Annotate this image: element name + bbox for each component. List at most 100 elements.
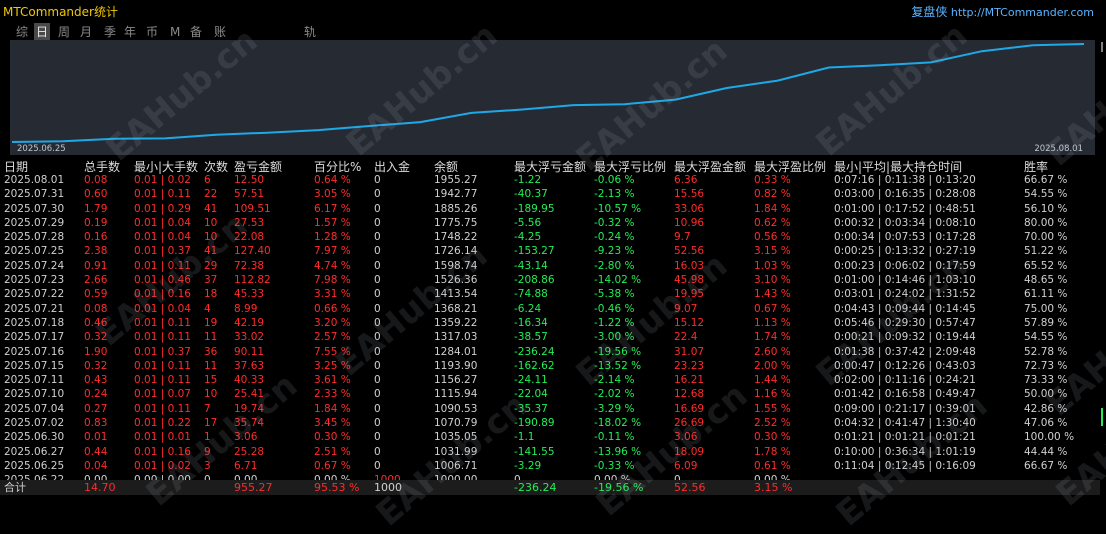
cell-lots: 0.08 — [84, 174, 108, 186]
cell-min-max-lots: 0.01 | 0.22 — [134, 417, 191, 430]
cell-pnl: 27.53 — [234, 216, 265, 229]
table-row[interactable]: 2025.06.27 0.44 0.01 | 0.16 9 25.28 2.51 % 0 10… — [0, 445, 1100, 459]
cell-date: 2025.07.29 — [4, 216, 65, 229]
cell-max-float-loss: -153.27 — [514, 245, 555, 258]
cell-pnl: 8.99 — [234, 302, 258, 315]
cell-win-rate: 57.89 % — [1024, 316, 1068, 329]
cell-max-float-loss: -74.88 — [514, 288, 548, 301]
table-row[interactable]: 2025.07.17 0.32 0.01 | 0.11 11 33.02 2.57 % 0 1… — [0, 330, 1100, 344]
cell-max-float-loss-pct: -14.02 % — [594, 274, 642, 287]
cell-win-rate: 100.00 % — [1024, 431, 1075, 444]
cell-percent: 3.20 % — [314, 316, 351, 329]
cell-max-float-loss-pct: -0.32 % — [594, 216, 635, 229]
cell-balance: 1284.01 — [434, 345, 478, 358]
cell-pnl: 25.28 — [234, 445, 265, 458]
cell-hold-time: 0:04:43 | 0:09:44 | 0:14:45 — [834, 302, 976, 315]
cell-max-float-loss: -4.25 — [514, 231, 542, 244]
cell-date: 2025.07.28 — [4, 231, 65, 244]
tab-4[interactable]: 季 — [102, 23, 118, 41]
table-row[interactable]: 2025.07.18 0.46 0.01 | 0.11 19 42.19 3.20 % 0 1… — [0, 316, 1100, 330]
cell-lots: 0.59 — [84, 288, 108, 301]
table-row[interactable]: 2025.06.30 0.01 0.01 | 0.01 1 3.06 0.30 % 0 103… — [0, 430, 1100, 444]
cell-max-float-loss-pct: -0.06 % — [594, 174, 635, 186]
cell-min-max-lots: 0.01 | 0.46 — [134, 274, 191, 287]
table-row[interactable]: 2025.06.25 0.04 0.01 | 0.02 3 6.71 0.67 % 0 100… — [0, 459, 1100, 473]
cell-max-float-profit: 6.36 — [674, 174, 698, 186]
cell-date: 2025.07.25 — [4, 245, 65, 258]
table-row[interactable]: 2025.07.10 0.24 0.01 | 0.07 10 25.41 2.33 % 0 1… — [0, 387, 1100, 401]
cell-max-float-profit-pct: 1.78 % — [754, 445, 791, 458]
cell-lots: 0.44 — [84, 445, 108, 458]
table-row[interactable]: 2025.07.15 0.32 0.01 | 0.11 11 37.63 3.25 % 0 1… — [0, 359, 1100, 373]
tab-6[interactable]: 币 — [144, 23, 160, 41]
stats-table-body: 2025.08.01 0.08 0.01 | 0.02 6 12.50 0.64 % 0 19… — [0, 173, 1100, 488]
cell-hold-time: 0:01:21 | 0:01:21 | 0:01:21 — [834, 431, 976, 444]
cell-min-max-lots: 0.01 | 0.04 — [134, 216, 191, 229]
cell-max-float-loss: -35.37 — [514, 402, 548, 415]
cell-max-float-loss: -16.34 — [514, 316, 548, 329]
table-row[interactable]: 2025.07.22 0.59 0.01 | 0.16 18 45.33 3.31 % 0 1… — [0, 287, 1100, 301]
cell-pnl: 90.11 — [234, 345, 265, 358]
total-max-float-profit-pct: 3.15 % — [754, 481, 793, 494]
table-row[interactable]: 2025.07.02 0.83 0.01 | 0.22 17 35.74 3.45 % 0 1… — [0, 416, 1100, 430]
cell-deposit: 0 — [374, 274, 381, 287]
table-row[interactable]: 2025.07.29 0.19 0.01 | 0.04 10 27.53 1.57 % 0 1… — [0, 216, 1100, 230]
table-row[interactable]: 2025.07.24 0.91 0.01 | 0.11 29 72.38 4.74 % 0 1… — [0, 259, 1100, 273]
brand-url[interactable]: http://MTCommander.com — [951, 6, 1094, 19]
tab-3[interactable]: 月 — [78, 23, 94, 41]
cell-deposit: 0 — [374, 188, 381, 201]
x-tick-end: 2025.08.01 — [1034, 144, 1083, 154]
cell-lots: 0.46 — [84, 316, 108, 329]
tab-0[interactable]: 综 — [14, 23, 30, 41]
cell-max-float-loss-pct: -0.24 % — [594, 231, 635, 244]
table-row[interactable]: 2025.07.31 0.60 0.01 | 0.11 22 57.51 3.05 % 0 1… — [0, 187, 1100, 201]
table-row[interactable]: 2025.07.11 0.43 0.01 | 0.11 15 40.33 3.61 % 0 1… — [0, 373, 1100, 387]
tab-5[interactable]: 年 — [122, 23, 138, 41]
cell-deposit: 0 — [374, 259, 381, 272]
cell-max-float-profit: 9.07 — [674, 302, 698, 315]
table-row[interactable]: 2025.08.01 0.08 0.01 | 0.02 6 12.50 0.64 % 0 19… — [0, 173, 1100, 187]
cell-max-float-loss-pct: -13.96 % — [594, 445, 642, 458]
table-row[interactable]: 2025.07.04 0.27 0.01 | 0.11 7 19.74 1.84 % 0 10… — [0, 402, 1100, 416]
cell-deposit: 0 — [374, 359, 381, 372]
cell-date: 2025.07.21 — [4, 302, 65, 315]
balance-chart-svg: 2025.06.25 2025.08.01 — [11, 43, 1085, 154]
cell-balance: 1193.90 — [434, 359, 478, 372]
cell-pnl: 45.33 — [234, 288, 265, 301]
cell-max-float-profit-pct: 0.67 % — [754, 302, 791, 315]
tab-8[interactable]: 备 — [188, 23, 204, 41]
cell-hold-time: 0:00:25 | 0:13:32 | 0:27:19 — [834, 245, 976, 258]
cell-count: 7 — [204, 402, 211, 415]
cell-count: 10 — [204, 216, 218, 229]
cell-hold-time: 0:11:04 | 0:12:45 | 0:16:09 — [834, 459, 976, 472]
cell-hold-time: 0:09:00 | 0:21:17 | 0:39:01 — [834, 402, 976, 415]
cell-max-float-loss: -189.95 — [514, 202, 555, 215]
cell-lots: 0.43 — [84, 374, 108, 387]
balance-chart: 2025.06.25 2025.08.01 — [10, 40, 1095, 155]
cell-win-rate: 61.11 % — [1024, 288, 1068, 301]
cell-hold-time: 0:04:32 | 0:41:47 | 1:30:40 — [834, 417, 976, 430]
cell-hold-time: 0:00:47 | 0:12:26 | 0:43:03 — [834, 359, 976, 372]
cell-percent: 4.74 % — [314, 259, 351, 272]
tab-1[interactable]: 日 — [34, 23, 51, 41]
table-row[interactable]: 2025.07.28 0.16 0.01 | 0.04 10 22.08 1.28 % 0 1… — [0, 230, 1100, 244]
cell-min-max-lots: 0.01 | 0.11 — [134, 259, 191, 272]
cell-deposit: 0 — [374, 431, 381, 444]
cell-max-float-loss-pct: -5.38 % — [594, 288, 635, 301]
cell-count: 6 — [204, 174, 211, 186]
cell-lots: 1.79 — [84, 202, 108, 215]
cell-max-float-profit-pct: 3.10 % — [754, 274, 791, 287]
table-row[interactable]: 2025.07.21 0.08 0.01 | 0.04 4 8.99 0.66 % 0 136… — [0, 302, 1100, 316]
tab-7[interactable]: M — [168, 23, 182, 41]
table-row[interactable]: 2025.07.16 1.90 0.01 | 0.37 36 90.11 7.55 % 0 1… — [0, 345, 1100, 359]
cell-max-float-profit-pct: 1.74 % — [754, 331, 791, 344]
cell-lots: 0.27 — [84, 402, 108, 415]
cell-percent: 0.30 % — [314, 431, 351, 444]
table-row[interactable]: 2025.07.25 2.38 0.01 | 0.37 41 127.40 7.97 % 0… — [0, 244, 1100, 258]
cell-win-rate: 50.00 % — [1024, 388, 1068, 401]
cell-percent: 3.61 % — [314, 374, 351, 387]
table-row[interactable]: 2025.07.23 2.66 0.01 | 0.46 37 112.82 7.98 % 0… — [0, 273, 1100, 287]
brand-link[interactable]: 复盘侠 http://MTCommander.com — [911, 3, 1094, 20]
tab-2[interactable]: 周 — [56, 23, 72, 41]
table-row[interactable]: 2025.07.30 1.79 0.01 | 0.29 41 109.51 6.17 % 0… — [0, 202, 1100, 216]
